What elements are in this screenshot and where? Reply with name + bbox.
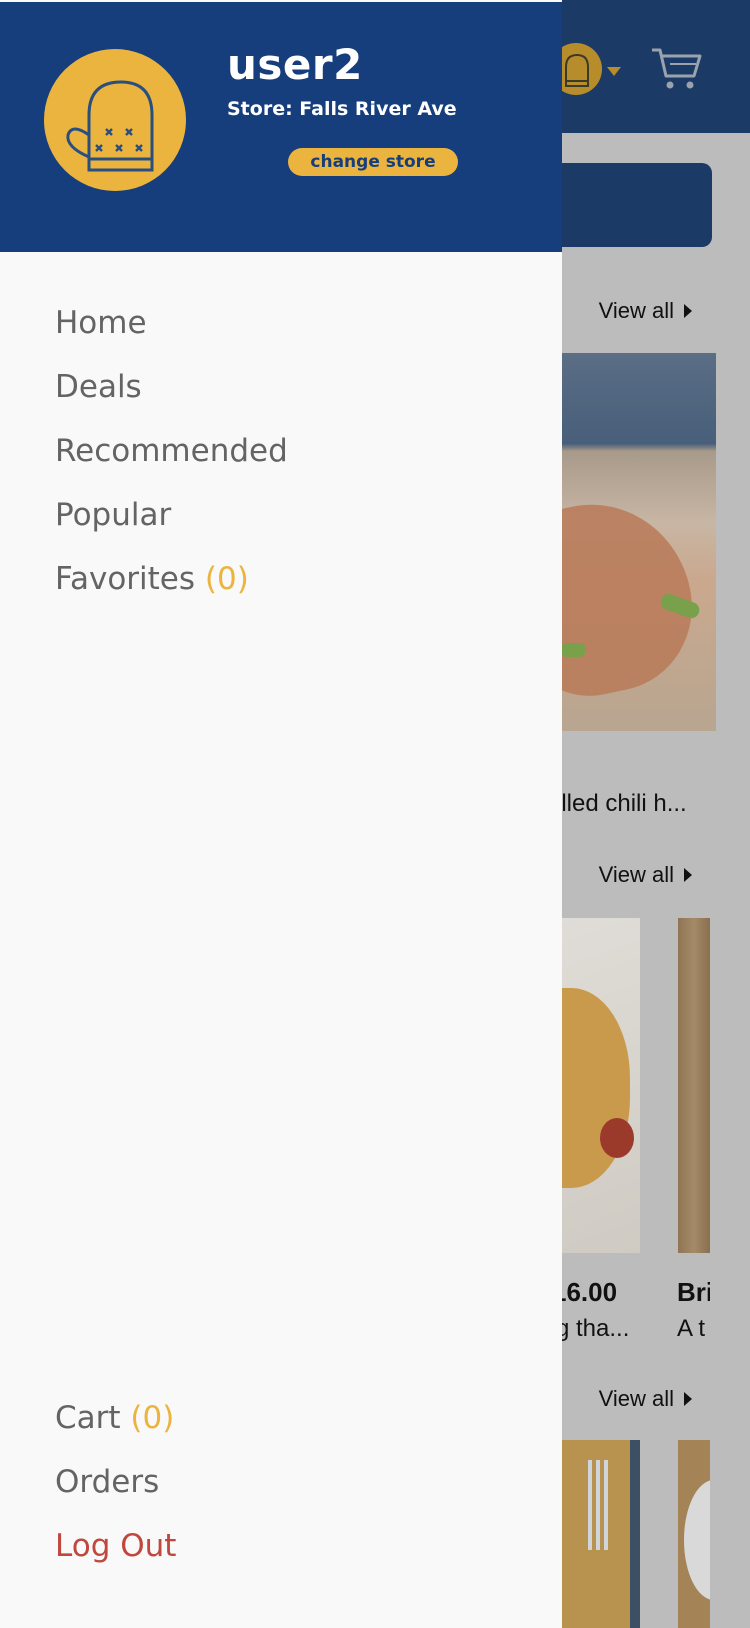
nav-item-popular[interactable]: Popular	[55, 497, 171, 533]
nav-item-deals[interactable]: Deals	[55, 369, 142, 405]
oven-mitt-icon	[66, 80, 154, 172]
product-image[interactable]	[678, 1440, 710, 1628]
nav-item-cart[interactable]: Cart (0)	[55, 1400, 174, 1436]
nav-item-home[interactable]: Home	[55, 305, 147, 341]
username: user2	[227, 40, 363, 89]
store-name: Store: Falls River Ave	[227, 98, 457, 120]
product-description: A t	[677, 1315, 706, 1342]
caret-right-icon	[684, 304, 692, 318]
favorites-count-badge: (0)	[204, 561, 249, 597]
change-store-button[interactable]: change store	[288, 148, 458, 176]
cart-icon[interactable]	[650, 44, 702, 92]
account-caret-icon[interactable]	[607, 67, 621, 76]
product-name: Bri	[677, 1277, 710, 1307]
nav-item-recommended[interactable]: Recommended	[55, 433, 288, 469]
nav-item-orders[interactable]: Orders	[55, 1464, 159, 1500]
caret-right-icon	[684, 1392, 692, 1406]
nav-drawer: user2 Store: Falls River Ave change stor…	[0, 0, 562, 1628]
logout-button[interactable]: Log Out	[55, 1528, 176, 1564]
view-all-link[interactable]: View all	[599, 1386, 692, 1412]
nav-item-label: Favorites	[55, 561, 196, 597]
user-avatar[interactable]	[44, 49, 186, 191]
caret-right-icon	[684, 868, 692, 882]
product-image-salmon[interactable]	[540, 353, 716, 731]
nav-item-label: Cart	[55, 1400, 121, 1436]
product-description: g tha...	[556, 1315, 630, 1342]
drawer-header: user2 Store: Falls River Ave change stor…	[0, 2, 562, 252]
view-all-link[interactable]: View all	[599, 298, 692, 324]
product-description: rilled chili h...	[548, 790, 687, 817]
nav-item-favorites[interactable]: Favorites (0)	[55, 561, 249, 597]
cart-count-badge: (0)	[130, 1400, 175, 1436]
view-all-link[interactable]: View all	[599, 862, 692, 888]
product-image[interactable]	[678, 918, 710, 1253]
